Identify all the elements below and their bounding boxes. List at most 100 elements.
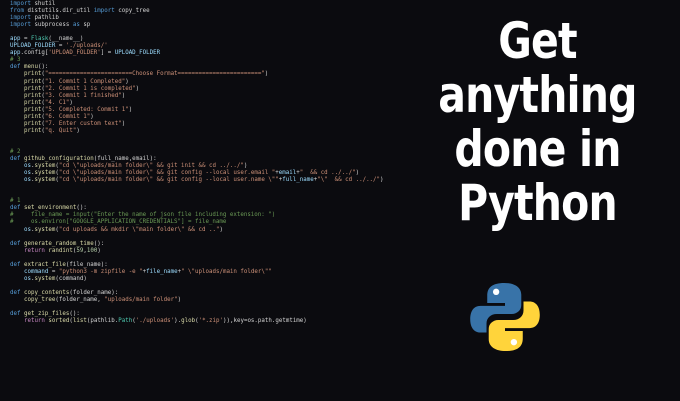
code-token: ) xyxy=(125,78,129,85)
code-token: as xyxy=(72,22,80,29)
headline: Get anything done in Python xyxy=(421,14,655,230)
code-token: = xyxy=(48,268,59,275)
code-token: app xyxy=(10,50,21,57)
code-token: (folder_name): xyxy=(69,289,119,296)
code-token: print xyxy=(23,113,42,120)
code-token: (full_name,email): xyxy=(93,156,157,163)
code-token: email xyxy=(278,170,297,177)
code-token: os xyxy=(23,275,31,282)
code-editor: import shutil from distutils.dir_util imp… xyxy=(0,0,395,401)
code-token: import xyxy=(10,15,31,22)
code-token: copy_tree xyxy=(114,8,150,15)
code-token: return xyxy=(23,318,45,325)
code-line: # file_name = input("Enter the name of j… xyxy=(10,212,395,219)
code-token: os xyxy=(23,177,31,184)
code-line: print("4. C1") xyxy=(10,100,395,107)
code-line: print("3. Commit 1 finished") xyxy=(10,93,395,100)
code-token: Flask xyxy=(30,36,49,43)
code-token: "========================Choose Format==… xyxy=(44,71,265,78)
code-token: full_name xyxy=(282,177,314,184)
code-token: "5. Completed: Commit 1" xyxy=(44,106,129,113)
code-token: .config[ xyxy=(20,50,49,57)
code-token: "python3 -m zipfile -e " xyxy=(58,268,143,275)
code-token: ) xyxy=(243,163,248,170)
code-token: extract_file xyxy=(23,261,66,268)
code-token: UPLOAD_FOLDER xyxy=(114,50,161,57)
code-token: distutils.dir_util xyxy=(23,8,94,15)
code-token: './uploads/' xyxy=(65,43,108,50)
code-token: sorted xyxy=(48,318,70,325)
code-token: set_environment xyxy=(23,205,77,212)
code-token: command xyxy=(23,268,49,275)
code-token: subprocess xyxy=(30,22,73,29)
code-token: print xyxy=(23,85,42,92)
code-line: os.system(command) xyxy=(10,276,395,283)
thumbnail: import shutil from distutils.dir_util imp… xyxy=(0,0,680,401)
code-token: './uploads' xyxy=(135,318,175,325)
code-line: # 2 xyxy=(10,149,395,156)
code-line: def set_environment(): xyxy=(10,205,395,212)
code-token: from xyxy=(10,8,24,15)
code-line: import subprocess as sp xyxy=(10,22,395,29)
code-token: "cd \"uploads/main folder\" && git confi… xyxy=(58,170,276,177)
code-line: print("6. Commit 1") xyxy=(10,114,395,121)
code-token: def xyxy=(10,240,21,247)
code-line: print("7. Enter custom text") xyxy=(10,121,395,128)
code-line: def get_zip_files(): xyxy=(10,311,395,318)
code-token: print xyxy=(23,120,42,127)
code-token: "cd uploads && mkdir \"main folder\" && … xyxy=(58,226,220,233)
code-token: menu xyxy=(23,64,38,71)
code-token: randint xyxy=(48,247,73,254)
code-token: print xyxy=(23,127,42,134)
code-token: def xyxy=(10,311,21,318)
python-logo-icon xyxy=(470,282,540,352)
code-line: os.system("cd \"uploads/main folder\" &&… xyxy=(10,177,395,184)
code-line: # os.environ["GOOGLE_APPLICATION_CREDENT… xyxy=(10,219,395,226)
code-token: "1. Commit 1 Completed" xyxy=(44,78,126,85)
code-token: ) xyxy=(90,113,94,120)
code-token: 100 xyxy=(86,247,98,254)
code-token: "uploads/main folder" xyxy=(104,296,178,303)
code-token: get_zip_files xyxy=(23,311,70,318)
code-token: file_name xyxy=(146,268,178,275)
code-token: ) xyxy=(355,170,360,177)
code-token: system xyxy=(34,163,56,170)
code-token: print xyxy=(23,78,42,85)
code-line: copy_tree(folder_name, "uploads/main fol… xyxy=(10,297,395,304)
code-token: "4. C1" xyxy=(44,99,70,106)
code-token: # 3 xyxy=(10,57,21,64)
code-token: "q. Quit" xyxy=(44,127,77,134)
code-token: (): xyxy=(93,240,105,247)
code-token: copy_contents xyxy=(23,289,70,296)
code-token: shutil xyxy=(30,1,56,7)
code-line: def github_configuration(full_name,email… xyxy=(10,156,395,163)
code-line: print("========================Choose Fo… xyxy=(10,71,395,78)
code-token: os xyxy=(23,163,31,170)
code-token: ) xyxy=(69,99,73,106)
code-token: = xyxy=(20,36,31,43)
code-token: = xyxy=(55,43,66,50)
code-token: ) xyxy=(264,71,269,78)
code-token: (command) xyxy=(55,275,87,282)
code-token: ) xyxy=(128,106,133,113)
code-token: ) xyxy=(76,127,80,134)
code-token: (): xyxy=(76,205,87,212)
code-token: print xyxy=(23,106,42,113)
code-token: ) xyxy=(380,177,384,184)
code-token: (__name__) xyxy=(48,36,84,43)
code-token: ] = xyxy=(100,50,115,57)
code-line: os.system("cd \"uploads/main folder\" &&… xyxy=(10,163,395,170)
code-token: system xyxy=(34,170,56,177)
headline-line-4: Python xyxy=(458,174,618,232)
